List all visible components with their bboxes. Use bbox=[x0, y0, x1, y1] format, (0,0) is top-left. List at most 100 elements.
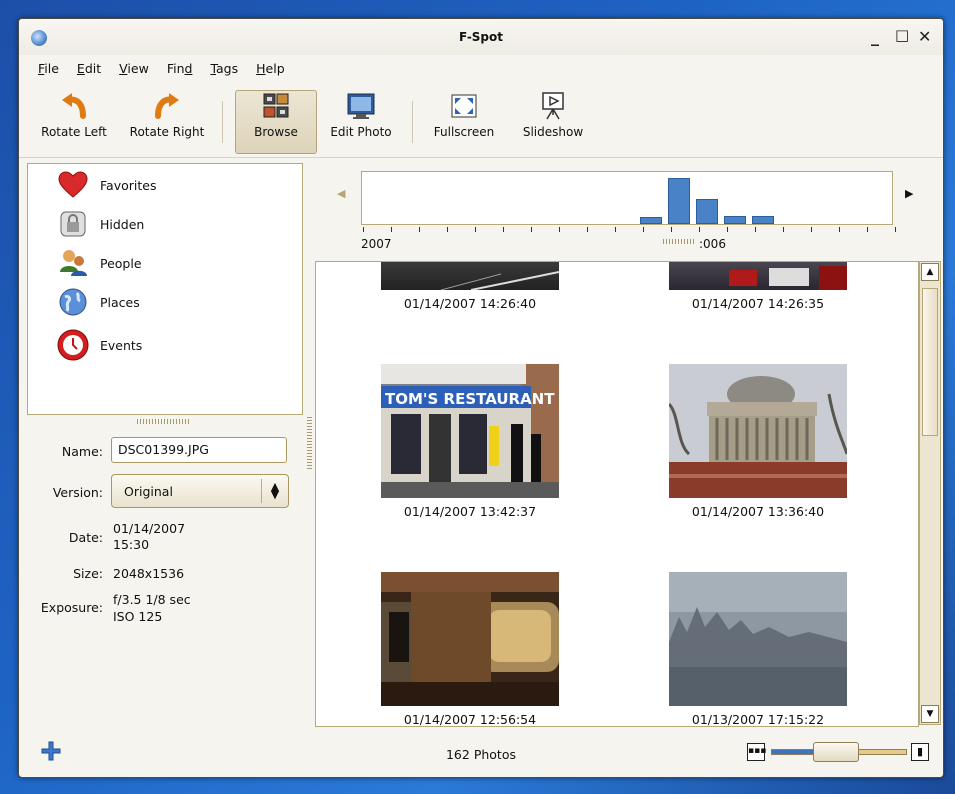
category-places[interactable]: Places bbox=[56, 285, 140, 319]
timeline-tick bbox=[671, 227, 672, 232]
photo-thumbnail[interactable] bbox=[381, 262, 559, 290]
spinner-arrows-icon: ▲ ▼ bbox=[261, 479, 288, 503]
exposure-label: Exposure: bbox=[40, 600, 103, 615]
size-label: Size: bbox=[73, 566, 103, 581]
category-hidden[interactable]: Hidden bbox=[56, 207, 144, 241]
timeline-tick bbox=[503, 227, 504, 232]
date-label: Date: bbox=[68, 530, 103, 545]
timeline-bar bbox=[752, 216, 774, 224]
timeline-right-arrow-icon[interactable]: ▶ bbox=[905, 187, 913, 200]
timeline-label-right: :006 bbox=[699, 237, 726, 251]
menu-find[interactable]: Find bbox=[158, 59, 202, 79]
timeline-tick bbox=[531, 227, 532, 232]
category-people[interactable]: People bbox=[56, 246, 142, 280]
zoom-slider[interactable] bbox=[771, 742, 907, 762]
photo-caption: 01/14/2007 14:26:40 bbox=[403, 296, 537, 311]
lock-icon bbox=[56, 207, 90, 241]
exposure-value-aperture: f/3.5 1/8 sec bbox=[113, 592, 191, 607]
pane-grip-horizontal[interactable] bbox=[137, 419, 191, 424]
heart-icon bbox=[56, 168, 90, 202]
toolbar: Rotate Left Rotate Right Browse Edit Pho… bbox=[19, 87, 943, 158]
photo-caption: 01/14/2007 13:42:37 bbox=[403, 504, 537, 519]
zoom-slider-handle[interactable] bbox=[813, 742, 859, 762]
browse-button[interactable]: Browse bbox=[235, 90, 317, 154]
photo-thumbnail[interactable] bbox=[669, 572, 847, 706]
timeline-tick bbox=[587, 227, 588, 232]
category-favorites[interactable]: Favorites bbox=[56, 168, 156, 202]
exposure-value-iso: ISO 125 bbox=[113, 609, 163, 624]
title-bar: F-Spot _ □ ✕ bbox=[19, 19, 943, 55]
timeline-tick bbox=[755, 227, 756, 232]
photo-caption: 01/14/2007 13:36:40 bbox=[691, 504, 825, 519]
pane-grip-vertical[interactable] bbox=[307, 417, 312, 471]
slideshow-icon bbox=[535, 91, 571, 121]
toolbar-separator bbox=[412, 101, 413, 143]
people-icon bbox=[56, 246, 90, 280]
scrollbar-thumb[interactable] bbox=[922, 288, 938, 436]
timeline-left-arrow-icon[interactable]: ◀ bbox=[337, 187, 345, 200]
rotate-right-button[interactable]: Rotate Right bbox=[123, 91, 211, 151]
size-value: 2048x1536 bbox=[113, 566, 185, 581]
photo-thumbnail[interactable]: TOM'S RESTAURANT bbox=[381, 364, 559, 498]
category-tree: Favorites Hidden People Places Events bbox=[27, 163, 303, 415]
timeline-tick bbox=[447, 227, 448, 232]
photo-grid: 01/14/2007 14:26:40 01/14/2007 14:26:35 … bbox=[315, 261, 919, 727]
minimize-icon[interactable]: _ bbox=[871, 27, 879, 46]
timeline-label-left: 2007 bbox=[361, 237, 392, 251]
timeline-grip[interactable] bbox=[663, 239, 695, 244]
clock-icon bbox=[56, 328, 90, 362]
photo-thumbnail[interactable] bbox=[669, 262, 847, 290]
menu-bar: File Edit View Find Tags Help bbox=[29, 59, 294, 79]
timeline-tick bbox=[783, 227, 784, 232]
date-value-time: 15:30 bbox=[113, 537, 150, 552]
timeline-bar bbox=[640, 217, 662, 224]
date-value-date: 01/14/2007 bbox=[113, 521, 186, 536]
timeline-histogram[interactable] bbox=[361, 171, 893, 225]
photo-thumbnail[interactable] bbox=[381, 572, 559, 706]
timeline: ◀ ▶ 2007 :006 bbox=[337, 167, 913, 255]
timeline-bar bbox=[696, 199, 718, 224]
timeline-tick bbox=[391, 227, 392, 232]
timeline-ticks bbox=[361, 227, 896, 233]
scroll-up-icon[interactable]: ▲ bbox=[921, 263, 939, 281]
timeline-tick bbox=[727, 227, 728, 232]
maximize-icon[interactable]: □ bbox=[895, 26, 909, 44]
edit-photo-button[interactable]: Edit Photo bbox=[323, 91, 399, 151]
timeline-tick bbox=[839, 227, 840, 232]
menu-help[interactable]: Help bbox=[247, 59, 294, 79]
photo-thumbnail[interactable] bbox=[669, 364, 847, 498]
version-label: Version: bbox=[52, 485, 103, 500]
timeline-tick bbox=[363, 227, 364, 232]
zoom-in-icon[interactable]: ▮ bbox=[911, 743, 929, 761]
slideshow-button[interactable]: Slideshow bbox=[513, 91, 593, 151]
close-icon[interactable]: ✕ bbox=[918, 27, 931, 46]
version-select[interactable]: Original ▲ ▼ bbox=[111, 474, 289, 508]
zoom-out-icon[interactable]: ▪▪▪ bbox=[747, 743, 766, 761]
photo-caption: 01/14/2007 12:56:54 bbox=[403, 712, 537, 727]
timeline-bar bbox=[668, 178, 690, 224]
edit-photo-icon bbox=[343, 91, 379, 121]
timeline-tick bbox=[475, 227, 476, 232]
name-label: Name: bbox=[61, 444, 103, 459]
rotate-left-button[interactable]: Rotate Left bbox=[33, 91, 115, 151]
menu-edit[interactable]: Edit bbox=[68, 59, 110, 79]
menu-file[interactable]: File bbox=[29, 59, 68, 79]
timeline-bar bbox=[724, 216, 746, 224]
f-spot-window: F-Spot _ □ ✕ File Edit View Find Tags He… bbox=[18, 18, 944, 778]
menu-tags[interactable]: Tags bbox=[201, 59, 247, 79]
scroll-down-icon[interactable]: ▼ bbox=[921, 705, 939, 723]
restaurant-sign-text: TOM'S RESTAURANT bbox=[385, 390, 555, 408]
globe-icon bbox=[56, 285, 90, 319]
version-value: Original bbox=[124, 484, 173, 499]
menu-view[interactable]: View bbox=[110, 59, 158, 79]
browse-icon bbox=[258, 91, 294, 121]
rotate-right-icon bbox=[149, 91, 185, 121]
fullscreen-button[interactable]: Fullscreen bbox=[425, 91, 503, 151]
photo-grid-scrollbar[interactable]: ▲ ▼ bbox=[919, 261, 941, 725]
zoom-slider-fill bbox=[772, 750, 813, 754]
timeline-tick bbox=[867, 227, 868, 232]
timeline-tick bbox=[895, 227, 896, 232]
category-events[interactable]: Events bbox=[56, 328, 142, 362]
photo-caption: 01/14/2007 14:26:35 bbox=[691, 296, 825, 311]
name-field[interactable]: DSC01399.JPG bbox=[111, 437, 287, 463]
